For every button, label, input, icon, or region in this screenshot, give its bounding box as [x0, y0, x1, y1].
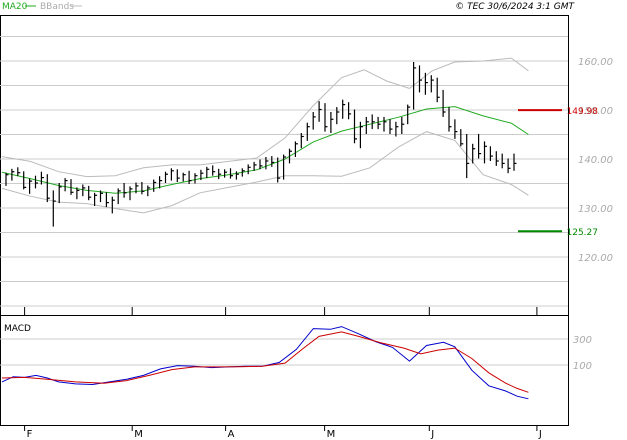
- price-bar: [300, 133, 304, 149]
- macd-y-tick-label: 300: [573, 335, 592, 346]
- price-bar: [318, 101, 322, 122]
- macd-y-tick-label: 100: [573, 361, 592, 372]
- price-bar: [170, 168, 174, 181]
- x-tick-label: A: [228, 429, 235, 440]
- resistance-level-label: 149.98: [567, 107, 599, 117]
- price-bar: [40, 171, 44, 185]
- price-bar: [483, 141, 487, 164]
- price-bar: [348, 102, 352, 120]
- price-bar: [424, 72, 428, 95]
- price-bar: [501, 153, 505, 169]
- price-bar: [147, 185, 151, 197]
- price-bar: [371, 114, 375, 130]
- price-bar: [111, 196, 115, 214]
- price-bar: [294, 141, 298, 157]
- stock-chart: MA20 BBands © TEC 30/6/2024 3:1 GMT 120.…: [0, 2, 613, 440]
- signal-line: [1, 331, 529, 393]
- ma-legend-label: MA20: [2, 2, 28, 12]
- price-bar: [17, 167, 21, 177]
- price-bar: [472, 143, 476, 164]
- price-bar: [436, 77, 440, 103]
- price-levels: 149.98 125.27: [518, 107, 598, 238]
- price-bar: [454, 119, 458, 139]
- x-tick-label: M: [134, 429, 143, 440]
- price-bar: [218, 168, 222, 180]
- price-bar: [401, 116, 405, 134]
- price-bar: [229, 168, 233, 179]
- macd-title: MACD: [4, 324, 31, 334]
- price-bar: [93, 192, 98, 206]
- price-bar: [306, 122, 310, 141]
- price-bar: [353, 109, 357, 144]
- price-y-tick-label: 140.00: [578, 155, 613, 166]
- price-bar: [29, 178, 33, 194]
- macd-panel: [0, 315, 569, 426]
- price-bar: [129, 186, 133, 201]
- price-bar: [46, 174, 50, 203]
- x-axis: FMAMJJ: [24, 307, 542, 440]
- price-bar: [365, 116, 369, 134]
- price-bar: [271, 156, 275, 167]
- price-bar: [194, 173, 198, 184]
- price-bar: [478, 134, 482, 159]
- price-y-tick-label: 130.00: [578, 204, 613, 215]
- macd-lines: [1, 326, 529, 400]
- price-bar: [507, 158, 511, 174]
- x-tick-label: J: [538, 429, 542, 440]
- price-bar: [389, 119, 393, 134]
- support-level-label: 125.27: [567, 228, 599, 238]
- price-bar: [247, 164, 251, 175]
- price-bar: [312, 112, 316, 130]
- price-y-tick-label: 120.00: [578, 253, 613, 264]
- price-bar: [188, 170, 192, 184]
- x-tick-label: M: [327, 429, 336, 440]
- price-bar: [377, 116, 381, 130]
- price-bar: [23, 171, 27, 190]
- price-bar: [117, 188, 121, 205]
- x-tick-label: F: [27, 429, 33, 440]
- price-bar: [105, 192, 109, 207]
- x-tick-label: J: [430, 429, 434, 440]
- bbands-legend-label: BBands: [40, 2, 74, 12]
- macd-line: [1, 326, 529, 400]
- price-bar: [164, 171, 168, 183]
- price-bar: [70, 179, 74, 195]
- price-bars: [5, 62, 517, 227]
- price-bar: [182, 172, 186, 182]
- bb-lower-line: [1, 131, 529, 214]
- price-y-tick-label: 160.00: [578, 57, 613, 68]
- price-bar: [212, 165, 216, 176]
- price-bar: [64, 178, 68, 192]
- price-bar: [442, 89, 446, 117]
- price-bar: [153, 179, 157, 192]
- price-bar: [513, 153, 517, 171]
- macd-y-axis: 100 300: [573, 335, 592, 372]
- price-bar: [430, 75, 434, 93]
- price-bar: [448, 107, 452, 132]
- price-bar: [34, 175, 38, 189]
- macd-grid: [0, 338, 568, 366]
- price-bar: [383, 116, 387, 132]
- price-bar: [342, 99, 346, 119]
- price-bar: [224, 169, 228, 178]
- price-bar: [123, 183, 127, 198]
- price-bar: [176, 169, 180, 182]
- copyright-label: © TEC 30/6/2024 3:1 GMT: [455, 2, 575, 12]
- price-bar: [324, 103, 328, 132]
- price-bar: [460, 129, 464, 147]
- price-bar: [330, 112, 334, 133]
- price-bar: [206, 166, 210, 179]
- price-bar: [88, 185, 92, 201]
